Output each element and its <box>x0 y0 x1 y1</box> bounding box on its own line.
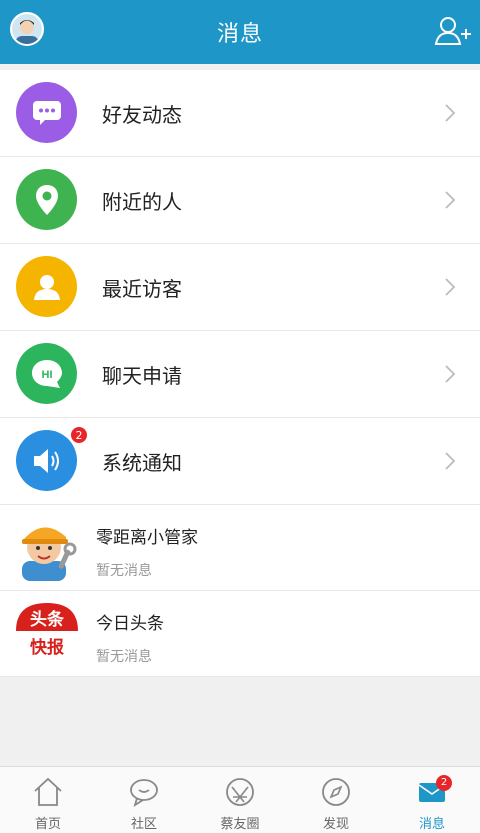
menu-item-label: 聊天申请 <box>102 363 182 388</box>
tab-messages[interactable]: 2 消息 <box>384 767 480 833</box>
tab-label: 蔡友圈 <box>220 817 260 832</box>
menu-item-label: 最近访客 <box>102 276 182 301</box>
menu-item-system-notice[interactable]: 2 系统通知 <box>0 418 480 505</box>
add-friend-button[interactable] <box>434 14 472 48</box>
circle-icon <box>226 778 254 806</box>
menu-list: 好友动态 附近的人 最近访客 HI 聊天申请 2 系统通知 零距离小管家 暂无消… <box>0 70 480 677</box>
home-icon <box>34 777 62 806</box>
chat-bubbles-icon <box>130 779 158 808</box>
menu-item-chat-requests[interactable]: HI 聊天申请 <box>0 331 480 418</box>
user-avatar-icon <box>12 14 42 44</box>
tab-label: 消息 <box>418 817 445 832</box>
tab-badge: 2 <box>436 775 452 791</box>
avatar[interactable] <box>10 12 44 46</box>
tab-circle[interactable]: 蔡友圈 <box>192 767 288 833</box>
add-person-icon <box>434 17 471 45</box>
menu-item-nearby-people[interactable]: 附近的人 <box>0 157 480 244</box>
top-bar: 消息 <box>0 0 480 64</box>
person-icon <box>16 256 77 317</box>
chevron-right-icon <box>445 191 456 209</box>
svg-text:头条: 头条 <box>30 609 65 630</box>
message-preview: 暂无消息 <box>96 563 152 579</box>
location-pin-icon <box>16 169 77 230</box>
mechanic-avatar <box>14 515 80 581</box>
svg-text:HI: HI <box>41 369 52 381</box>
comment-bubble-icon <box>16 82 77 143</box>
speaker-icon <box>16 430 77 491</box>
tab-label: 首页 <box>34 817 61 832</box>
notification-badge: 2 <box>70 426 88 444</box>
chevron-right-icon <box>445 104 456 122</box>
menu-item-label: 系统通知 <box>102 450 182 475</box>
toutiao-logo: 头条 快报 <box>14 601 80 667</box>
tab-discover[interactable]: 发现 <box>288 767 384 833</box>
message-item-assistant[interactable]: 零距离小管家 暂无消息 <box>0 505 480 591</box>
tab-home[interactable]: 首页 <box>0 767 96 833</box>
message-sender: 今日头条 <box>96 614 164 634</box>
svg-text:快报: 快报 <box>30 637 64 658</box>
message-item-toutiao[interactable]: 头条 快报 今日头条 暂无消息 <box>0 591 480 677</box>
bottom-tab-bar: 首页 社区 蔡友圈 发现 2 消息 <box>0 766 480 833</box>
menu-item-recent-visitors[interactable]: 最近访客 <box>0 244 480 331</box>
message-sender: 零距离小管家 <box>96 528 198 548</box>
chevron-right-icon <box>445 452 456 470</box>
tab-community[interactable]: 社区 <box>96 767 192 833</box>
menu-item-label: 附近的人 <box>102 189 182 214</box>
tab-label: 发现 <box>322 817 349 832</box>
compass-icon <box>322 778 350 806</box>
message-preview: 暂无消息 <box>96 649 152 665</box>
page-title: 消息 <box>216 22 263 47</box>
chevron-right-icon <box>445 365 456 383</box>
tab-label: 社区 <box>130 817 157 832</box>
menu-item-label: 好友动态 <box>102 102 182 127</box>
hi-chat-icon: HI <box>16 343 77 404</box>
menu-item-friend-activity[interactable]: 好友动态 <box>0 70 480 157</box>
chevron-right-icon <box>445 278 456 296</box>
